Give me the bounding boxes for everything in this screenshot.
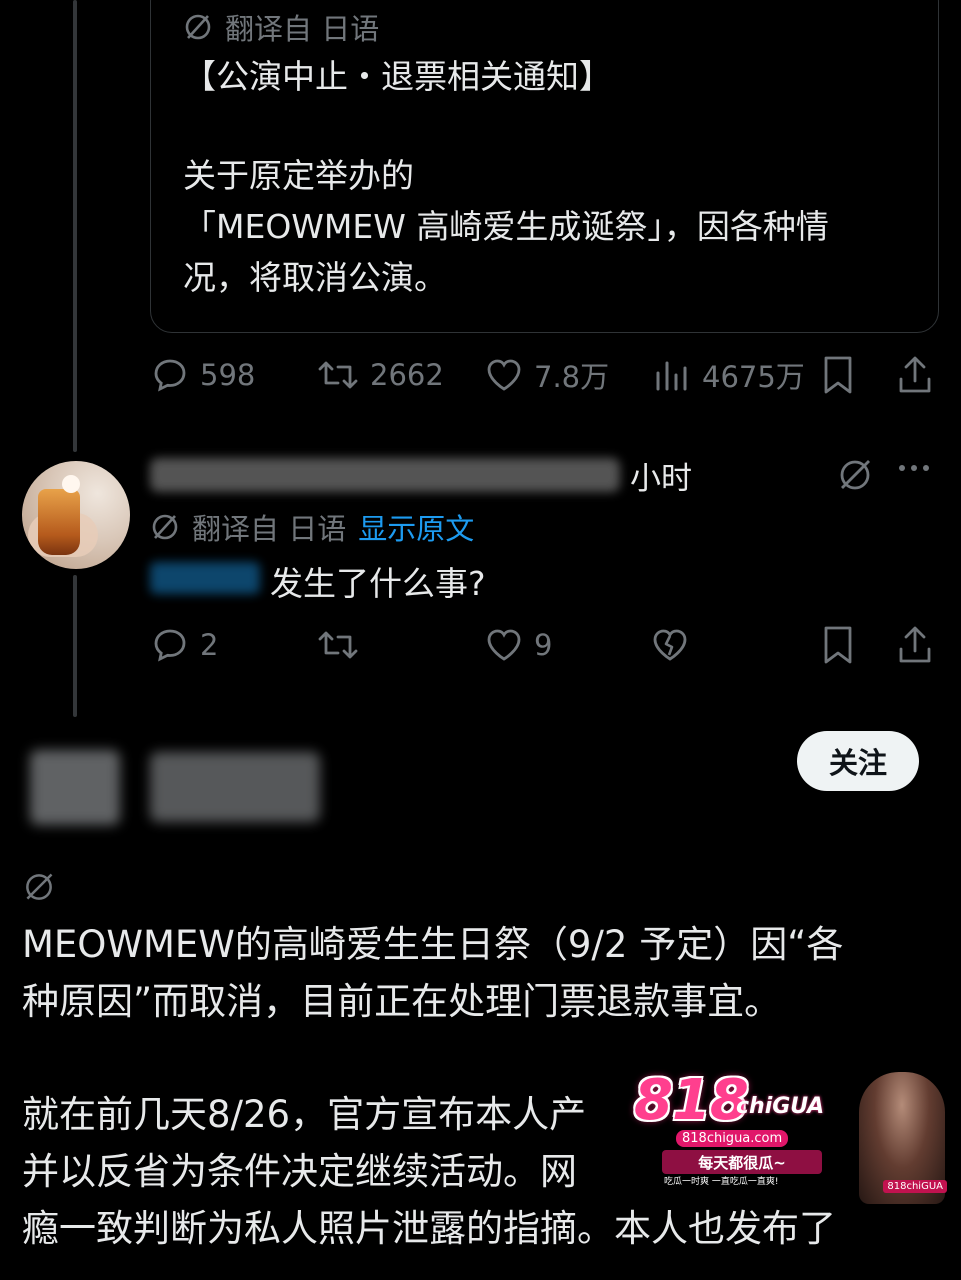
watermark-brand: 818 [634,1068,749,1133]
reply-bookmark-button[interactable] [818,620,858,670]
reply-translated-text: 翻译自 日语 [192,512,347,546]
retweet-button[interactable]: 2662 [316,350,444,400]
share-icon [899,356,931,393]
translate-globe-icon [152,514,178,540]
reply-icon [154,359,186,392]
reply-mention-redacted[interactable] [150,562,260,594]
retweet-count: 2662 [370,358,444,392]
quote-line-4: 「MEOWMEW 高崎爱生成诞祭」，因各种情 [183,207,829,246]
post-paragraph-1-line-1: MEOWMEW的高崎爱生生日祭（9/2 予定）因“各 [22,923,844,966]
retweet-icon [318,631,358,659]
next-post-username-redacted[interactable] [150,752,320,822]
views-button[interactable]: 4675万 [652,350,805,400]
watermark-subslogan: 吃瓜一时爽 一直吃瓜一直爽! [664,1177,779,1187]
reply-translated-label: 翻译自 日语 显示原文 [150,506,474,548]
thread-line-reply [73,575,77,717]
tweet-action-bar: 598 2662 7.8万 4675万 [150,350,940,400]
quote-line-5: 况，将取消公演。 [183,258,447,297]
reply-like-count: 9 [534,628,553,662]
like-button[interactable]: 7.8万 [484,350,609,400]
reply-avatar[interactable] [22,461,130,569]
next-post-grok-button[interactable] [22,870,56,908]
watermark-url: 818chigua.com [676,1130,789,1147]
watermark-brand-suffix: chiGUA [736,1094,825,1119]
post-paragraph-2-line-2: 并以反省为条件决定继续活动。网 [22,1150,577,1193]
bookmark-icon [824,626,852,664]
post-paragraph-2-line-1: 就在前几天8/26，官方宣布本人产 [22,1093,587,1136]
reply-retweet-button[interactable] [316,620,360,670]
heart-icon [487,629,521,661]
grok-icon-button[interactable] [836,456,874,498]
reply-text: 发生了什么事? [270,564,486,603]
reply-share-button[interactable] [895,620,935,670]
quote-line-3: 关于原定举办的 [183,156,414,195]
broken-heart-icon [653,629,687,661]
grok-icon [26,873,53,900]
like-count: 7.8万 [534,360,610,394]
translate-globe-icon [185,14,211,40]
bookmark-icon [824,356,852,394]
post-paragraph-1-line-2: 种原因”而取消，目前正在处理门票退款事宜。 [22,980,782,1023]
more-options-button[interactable] [899,465,929,471]
reply-reply-button[interactable]: 2 [150,620,218,670]
quote-line-1: 【公演中止・退票相关通知】 [183,57,612,96]
site-watermark: 818 chiGUA 818chigua.com 每天都很瓜~ 吃瓜一时爽 一直… [618,1068,951,1218]
translated-text: 翻译自 日语 [225,12,380,46]
reply-count: 598 [200,358,256,392]
views-chart-icon [656,361,687,391]
share-icon [899,626,931,663]
bookmark-button[interactable] [818,350,858,400]
reply-dislike-button[interactable] [650,620,690,670]
heart-icon [487,359,521,391]
share-button[interactable] [895,350,935,400]
watermark-slogan: 每天都很瓜~ [662,1150,822,1174]
show-original-link[interactable]: 显示原文 [358,506,474,548]
watermark-side-tag: 818chiGUA [883,1180,947,1193]
views-count: 4675万 [702,360,805,394]
follow-button[interactable]: 关注 [797,731,919,791]
reply-timestamp: 小时 [630,461,692,497]
reply-action-bar: 2 9 [150,620,940,670]
more-dots-icon [899,465,929,471]
thread-line-top [73,0,77,452]
reply-reply-count: 2 [200,628,219,662]
reply-icon [154,629,186,662]
translated-label: 翻译自 日语 [183,6,379,48]
retweet-icon [318,361,358,389]
next-post-avatar-redacted[interactable] [30,750,120,825]
reply-like-button[interactable]: 9 [484,620,552,670]
reply-username-redacted [150,458,620,492]
reply-button[interactable]: 598 [150,350,255,400]
grok-icon [840,460,870,490]
